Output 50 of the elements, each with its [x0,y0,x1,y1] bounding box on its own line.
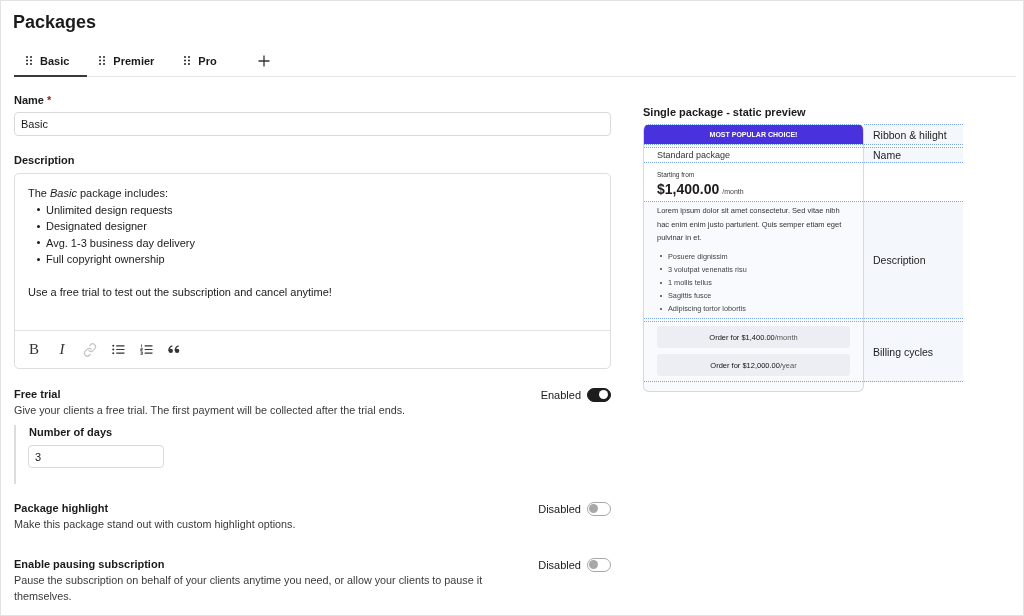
name-input[interactable]: Basic [14,112,611,136]
drag-handle-icon[interactable] [26,56,32,65]
bullet-list-icon [111,344,125,355]
add-tab-button[interactable] [257,55,270,67]
italic-button[interactable]: I [54,340,70,359]
setting-description: Pause the subscription on behalf of your clients anytime you need, or allow your clients to pause it themselves. [14,573,484,604]
quote-icon [168,345,180,354]
bullet-icon [37,257,40,261]
package-name: Standard package [657,150,731,160]
editor-paragraph: Use a free trial to test out the subscription and cancel anytime! [28,285,333,300]
setting-title: Package highlight [14,501,110,516]
annotation-label: Ribbon & hilight [873,128,947,141]
numbered-list-icon [139,344,153,355]
package-tab[interactable]: Premier [87,46,173,77]
toggle-switch[interactable] [587,502,611,516]
drag-handle-icon[interactable] [184,56,191,65]
preview-title: Single package - static preview [643,105,807,119]
link-icon [83,342,97,357]
editor-paragraph: The Basic package includes: [28,186,170,201]
price-amount: $1,400.00 [657,180,720,198]
toggle-status: Disabled [538,559,581,571]
days-input[interactable]: 3 [28,445,164,468]
field-label: Number of days [28,425,114,439]
field-label: Name * [14,93,53,108]
bullet-icon [37,224,40,228]
bullet-icon [37,241,40,245]
setting-title: Free trial [14,387,62,402]
text-editor[interactable]: The Basic package includes: Unlimited design requests Designated designer Avg. 1-3 business day delivery Full copyright ownership Use a free trial to test out the subscription and cancel anytime! B I [14,173,611,369]
plus-icon [257,55,270,67]
bold-button[interactable]: B [26,340,42,359]
editor-list-item: Unlimited design requests [46,202,173,218]
package-tab[interactable]: Basic [14,46,88,77]
annotation-label: Description [873,254,926,266]
editor-list-item: Full copyright ownership [46,252,165,267]
toggle-switch[interactable] [587,558,611,572]
editor-list-item: Avg. 1-3 business day delivery [46,235,195,251]
package-tab[interactable]: Pro [172,46,235,77]
setting-description: Make this package stand out with custom highlight options. [14,517,297,532]
bullet-icon [37,208,40,212]
setting-description: Give your clients a free trial. The first payment will be collected after the trial ends. [14,403,407,418]
page-title: Packages [13,11,98,34]
annotation-label: Name [873,149,901,161]
setting-title: Enable pausing subscription [14,557,166,572]
toggle-status: Enabled [540,389,581,401]
field-label: Description [14,153,76,168]
toggle-status: Disabled [538,503,581,515]
annotation-label: Billing cycles [873,345,934,358]
toggle-switch[interactable] [587,388,611,402]
editor-list-item: Designated designer [46,219,147,234]
drag-handle-icon[interactable] [99,56,106,65]
